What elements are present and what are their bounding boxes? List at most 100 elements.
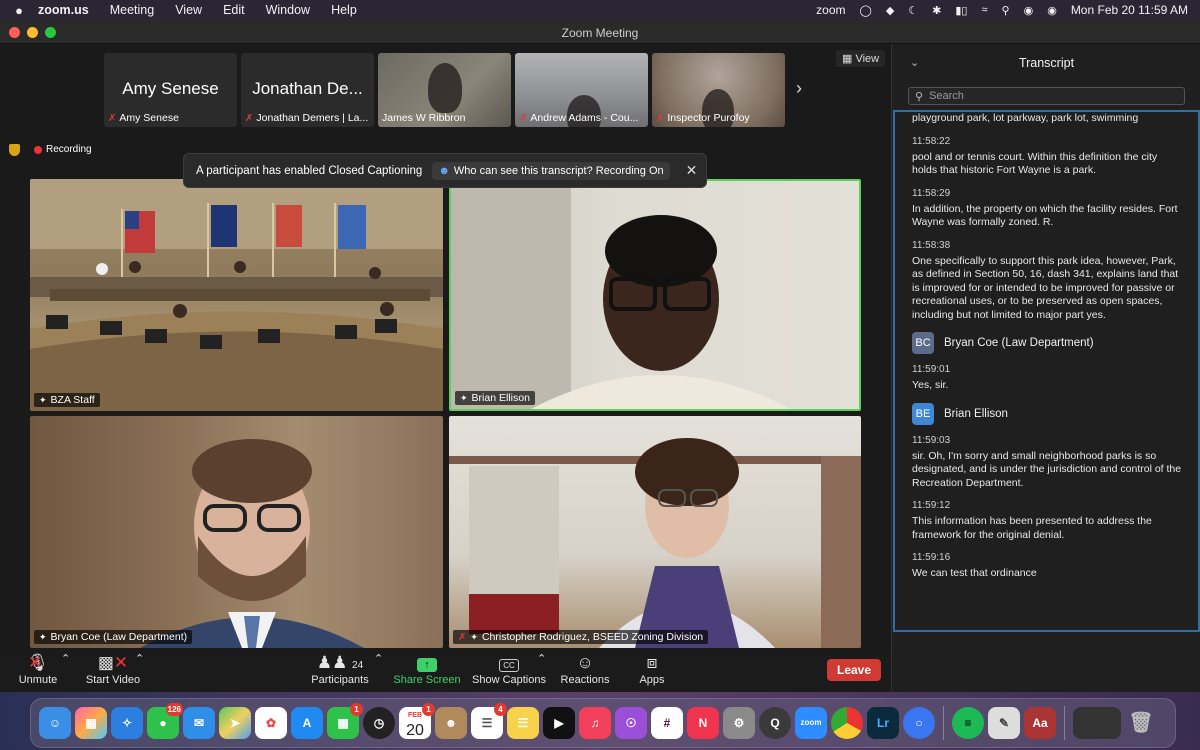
news-icon[interactable]: N [687,707,719,739]
video-tile-bryan-coe[interactable]: ✦ Bryan Coe (Law Department) [30,416,443,648]
captions-chevron-icon[interactable]: ⌃ [537,652,546,665]
participant-name: Amy Senese [119,112,179,124]
apps-button[interactable]: ⧈ Apps [634,652,670,686]
reactions-label: Reactions [560,674,610,686]
participant-thumb[interactable]: ✗ Andrew Adams - Cou... [515,53,648,127]
menu-bar-clock[interactable]: Mon Feb 20 11:59 AM [1071,3,1188,17]
security-shield-icon[interactable] [9,144,20,156]
menu-meeting[interactable]: Meeting [110,3,154,17]
unmute-button[interactable]: 🎙 ✕ Unmute [16,652,60,686]
reactions-button[interactable]: ☺ Reactions [558,652,612,686]
textedit-icon[interactable]: ✎ [988,707,1020,739]
transcript-text: playground park, lot parkway, park lot, … [912,112,1139,124]
apps-grid-icon: ⧈ [646,653,658,672]
reminders-icon[interactable]: ☰ 4 [471,703,507,739]
show-captions-button[interactable]: CC Show Captions [471,652,547,686]
pin-icon: ✦ [470,631,478,642]
chevron-right-icon[interactable]: › [796,78,802,99]
close-banner-icon[interactable]: ✕ [686,162,698,179]
spotify-icon[interactable]: ≡ [952,707,984,739]
calendar-icon[interactable]: FEB 20 1 [399,703,435,739]
finder-icon[interactable]: ☺ [39,707,71,739]
person-icon: ☻ [438,164,450,177]
lightroom-icon[interactable]: Lr [867,707,899,739]
mic-muted-icon: ✗ [656,112,665,124]
app-store-icon[interactable]: A [291,707,323,739]
launchpad-icon[interactable]: ▦ [75,707,107,739]
menu-window[interactable]: Window [266,3,310,17]
speaker-name: Bryan Coe (Law Department) [944,337,1094,349]
notes-icon[interactable]: ☰ [507,707,539,739]
participant-thumb[interactable]: James W Ribbron [378,53,511,127]
transcript-timestamp: 11:58:29 [912,187,951,199]
control-center-icon[interactable]: ◉ [1024,4,1034,17]
participant-name: Andrew Adams - Cou... [530,112,639,124]
video-tile-bza-staff[interactable]: ✦ BZA Staff [30,179,443,411]
messages-icon[interactable]: ● 126 [147,703,183,739]
safari-icon[interactable]: ✧ [111,707,143,739]
participants-count: 24 [352,660,364,671]
participant-thumb[interactable]: ✗ Inspector Purofoy [652,53,785,127]
transcript-list[interactable]: playground park, lot parkway, park lot, … [893,110,1200,632]
maps-icon[interactable]: ➤ [219,707,251,739]
apple-tv-icon[interactable]: ▶ [543,707,575,739]
transcript-text: One specifically to support this park id… [912,254,1179,321]
share-screen-button[interactable]: ↑ Share Screen [393,652,461,686]
dropbox-icon[interactable]: ◆ [886,4,894,17]
zoom-app-icon[interactable]: zoom [795,707,827,739]
who-can-see-transcript-button[interactable]: ☻ Who can see this transcript? Recording … [432,161,670,180]
slack-icon[interactable]: # [651,707,683,739]
menu-help[interactable]: Help [331,3,357,17]
view-button[interactable]: ▦ View [836,50,886,67]
captions-icon: CC [471,652,547,674]
creative-cloud-icon[interactable]: ◯ [860,4,872,17]
do-not-disturb-moon-icon[interactable]: ☾ [908,4,918,17]
participant-thumb-name-display: Amy Senese [122,79,219,98]
bluetooth-icon[interactable]: ✱ [932,4,941,17]
participants-button[interactable]: ♟♟ 24 Participants [309,652,371,686]
transcript-search-box[interactable]: ⚲ [908,87,1185,105]
siri-icon[interactable]: ◉ [1047,4,1057,17]
recording-indicator[interactable]: Recording [34,144,92,155]
participant-name: Jonathan Demers | La... [256,112,369,124]
leave-button[interactable]: Leave [827,659,881,681]
facetime-icon[interactable]: ▩ 1 [327,703,363,739]
video-options-chevron-icon[interactable]: ⌃ [135,652,144,665]
video-tile-brian-ellison[interactable]: ✦ Brian Ellison [449,179,861,411]
menu-view[interactable]: View [175,3,202,17]
quicktime-icon[interactable]: Q [759,707,791,739]
transcript-timestamp: 11:59:12 [912,500,951,511]
trash-icon[interactable]: 🗑 [1125,707,1157,739]
transcript-search-input[interactable] [929,90,1170,102]
system-preferences-icon[interactable]: ⚙ [723,707,755,739]
minimized-window-thumbnail[interactable] [1073,707,1121,739]
contacts-icon[interactable]: ☻ [435,707,467,739]
podcasts-icon[interactable]: ☉ [615,707,647,739]
signal-icon[interactable]: ○ [903,707,935,739]
tile-name-tag: ✗ ✦ Christopher Rodriguez, BSEED Zoning Di… [453,630,709,644]
participant-thumb[interactable]: Jonathan De... ✗ Jonathan Demers | La... [241,53,374,127]
transcript-text: pool and or tennis court. Within this de… [912,150,1158,177]
dictionary-icon[interactable]: Aa [1024,707,1056,739]
participant-thumb[interactable]: Amy Senese ✗ Amy Senese [104,53,237,127]
pin-icon: ✦ [39,394,47,405]
chrome-icon[interactable] [831,707,863,739]
clock-icon[interactable]: ◷ [363,707,395,739]
photos-icon[interactable]: ✿ [255,707,287,739]
mic-muted-icon: ✗ [519,112,528,124]
spotlight-search-icon[interactable]: ⚲ [1002,4,1010,17]
audio-options-chevron-icon[interactable]: ⌃ [61,652,70,665]
video-tile-christopher-rodriguez[interactable]: ✗ ✦ Christopher Rodriguez, BSEED Zoning Di… [449,416,861,648]
battery-icon[interactable]: ▮▯ [955,4,967,17]
apple-menu-icon[interactable]: ● [0,3,38,18]
mail-icon[interactable]: ✉ [183,707,215,739]
dock-separator [943,706,944,740]
start-video-button[interactable]: ▩✕ Start Video [84,652,142,686]
transcript-text: Yes, sir. [912,379,949,391]
zoom-status-item[interactable]: zoom [816,3,845,17]
menu-edit[interactable]: Edit [223,3,245,17]
music-icon[interactable]: ♫ [579,707,611,739]
menu-app-name[interactable]: zoom.us [38,3,89,17]
wifi-icon[interactable]: ≈ [981,4,987,16]
participants-chevron-icon[interactable]: ⌃ [374,652,383,665]
